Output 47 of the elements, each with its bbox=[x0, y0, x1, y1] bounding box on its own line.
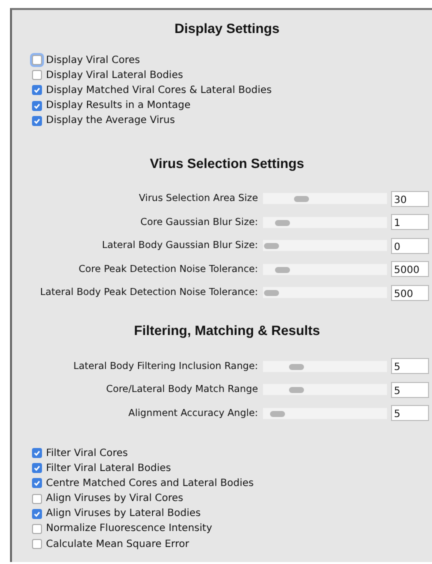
section-title: Filtering, Matching & Results bbox=[132, 323, 321, 340]
slider[interactable] bbox=[263, 216, 387, 228]
section-title: Virus Selection Settings bbox=[148, 156, 306, 173]
input-field[interactable]: 30 bbox=[391, 190, 429, 207]
checkbox-label: Calculate Mean Square Error bbox=[46, 538, 190, 550]
slider-label: Alignment Accuracy Angle: bbox=[127, 408, 259, 419]
slider-thumb[interactable] bbox=[288, 364, 304, 370]
input-field[interactable]: 5 bbox=[391, 405, 429, 422]
slider-thumb[interactable] bbox=[264, 290, 280, 296]
slider-label: Core Peak Detection Noise Tolerance: bbox=[78, 264, 259, 275]
checkbox-label: Display the Average Virus bbox=[46, 115, 175, 126]
input-field[interactable]: 0 bbox=[391, 238, 429, 254]
slider-thumb[interactable] bbox=[264, 243, 280, 250]
checkbox-label: Display Viral Cores bbox=[46, 54, 140, 66]
slider[interactable] bbox=[263, 287, 387, 298]
checkbox-label: Display Results in a Montage bbox=[46, 100, 191, 112]
input-field[interactable]: 5 bbox=[391, 382, 429, 398]
slider[interactable] bbox=[263, 193, 387, 204]
slider-thumb[interactable] bbox=[270, 410, 286, 417]
checkbox-label: Align Viruses by Lateral Bodies bbox=[46, 508, 201, 520]
checkbox-label: Filter Viral Cores bbox=[46, 448, 128, 459]
slider-label: Core Gaussian Blur Size: bbox=[139, 216, 259, 228]
checkbox-label: Filter Viral Lateral Bodies bbox=[46, 462, 171, 474]
checkbox-label: Display Matched Viral Cores & Lateral Bodies bbox=[46, 84, 272, 96]
slider[interactable] bbox=[263, 240, 387, 252]
checkbox-label: Display Viral Lateral Bodies bbox=[46, 70, 184, 81]
slider-label: Virus Selection Area Size bbox=[138, 193, 259, 204]
slider-thumb[interactable] bbox=[275, 266, 290, 273]
slider[interactable] bbox=[263, 360, 387, 372]
checkbox-label: Align Viruses by Viral Cores bbox=[46, 493, 184, 504]
slider-thumb[interactable] bbox=[294, 196, 309, 202]
input-field[interactable]: 5000 bbox=[391, 261, 429, 278]
slider[interactable] bbox=[263, 408, 387, 419]
checkbox-label: Normalize Fluorescence Intensity bbox=[46, 523, 212, 534]
slider-label: Lateral Body Filtering Inclusion Range: bbox=[72, 360, 259, 372]
slider[interactable] bbox=[263, 384, 387, 396]
input-field[interactable]: 500 bbox=[391, 284, 429, 301]
slider-label: Core/Lateral Body Match Range bbox=[105, 384, 259, 396]
slider-thumb[interactable] bbox=[275, 220, 290, 226]
slider-label: Lateral Body Peak Detection Noise Tolerance: bbox=[39, 287, 259, 298]
section-title: Display Settings bbox=[173, 21, 281, 38]
input-field[interactable]: 1 bbox=[391, 214, 429, 230]
checkbox-label: Centre Matched Cores and Lateral Bodies bbox=[46, 478, 254, 489]
slider[interactable] bbox=[263, 264, 387, 275]
slider-label: Lateral Body Gaussian Blur Size: bbox=[100, 240, 259, 252]
input-field[interactable]: 5 bbox=[391, 358, 429, 374]
slider-thumb[interactable] bbox=[288, 387, 304, 394]
